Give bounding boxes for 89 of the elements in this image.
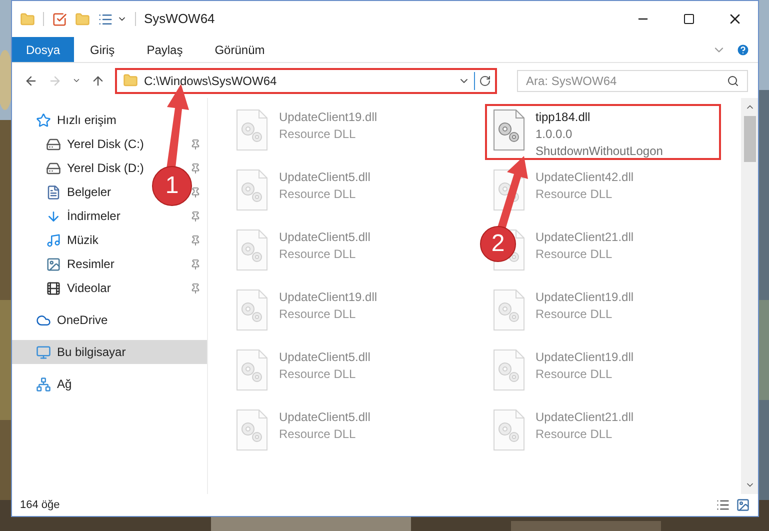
help-icon[interactable] — [736, 42, 750, 56]
pin-icon[interactable] — [190, 186, 201, 198]
recent-caret-icon[interactable] — [72, 76, 81, 85]
file-detail: Resource DLL — [279, 246, 357, 263]
file-gear-icon — [492, 109, 526, 151]
file-detail: Resource DLL — [279, 306, 357, 323]
file-name[interactable]: UpdateClient21.dll — [536, 409, 634, 426]
ribbon-tab[interactable]: Dosya — [12, 37, 74, 62]
search-input[interactable]: Ara: SysWOW64 — [526, 72, 727, 90]
search-field[interactable]: Ara: SysWOW64 — [517, 70, 748, 92]
pin-icon[interactable] — [190, 162, 201, 174]
file-name[interactable]: UpdateClient5.dll — [279, 229, 370, 246]
properties-icon[interactable] — [98, 12, 113, 26]
sidebar-item[interactable]: Müzik — [46, 231, 98, 249]
file-detail: 1.0.0.0 — [536, 126, 574, 143]
sidebar-item[interactable]: Bu bilgisayar — [12, 340, 207, 364]
file-name[interactable]: UpdateClient42.dll — [536, 169, 634, 186]
file-gear-icon — [235, 409, 269, 451]
file-gear-icon — [235, 349, 269, 391]
file-detail: Resource DLL — [536, 246, 614, 263]
address-bar[interactable]: C:\Windows\SysWOW64 — [115, 68, 497, 94]
back-icon[interactable] — [24, 74, 38, 88]
file-gear-icon — [492, 349, 526, 391]
file-name[interactable]: UpdateClient5.dll — [279, 349, 370, 366]
pin-icon[interactable] — [190, 258, 201, 270]
large-icons-view-icon[interactable] — [736, 498, 750, 512]
pin-icon[interactable] — [190, 210, 201, 222]
up-icon[interactable] — [91, 74, 105, 88]
sidebar-item[interactable]: Belgeler — [46, 183, 112, 201]
down-arrow-icon — [46, 208, 61, 224]
file-name[interactable]: UpdateClient5.dll — [279, 169, 370, 186]
file-gear-icon — [235, 169, 269, 211]
file-detail: Resource DLL — [536, 306, 614, 323]
sidebar-item[interactable]: Yerel Disk (C:) — [46, 135, 144, 153]
file-detail: Resource DLL — [279, 426, 357, 443]
monitor-icon — [36, 344, 51, 360]
folder-icon — [123, 73, 138, 88]
file-name: tipp184.dll — [536, 109, 592, 126]
cloud-icon — [36, 312, 51, 328]
pin-icon[interactable] — [190, 282, 201, 294]
scroll-thumb[interactable] — [744, 116, 756, 162]
item-count: 164 öğe — [20, 498, 60, 513]
network-icon — [36, 376, 51, 392]
file-detail: Resource DLL — [536, 186, 614, 203]
scrollbar[interactable] — [741, 98, 758, 494]
sidebar-item[interactable]: Videolar — [46, 279, 111, 297]
sidebar-item[interactable]: Yerel Disk (D:) — [46, 159, 144, 177]
sidebar-item[interactable]: Resimler — [46, 255, 114, 273]
ribbon-tab[interactable]: Paylaş — [130, 37, 199, 62]
pin-icon[interactable] — [190, 234, 201, 246]
ribbon-tab[interactable]: Görünüm — [198, 37, 281, 62]
image-icon — [46, 256, 61, 272]
file-gear-icon — [235, 109, 269, 151]
file-name[interactable]: UpdateClient5.dll — [279, 409, 370, 426]
sidebar-item[interactable]: İndirmeler — [46, 207, 120, 225]
file-gear-icon — [492, 409, 526, 451]
file-gear-icon — [235, 229, 269, 271]
file-item[interactable]: tipp184.dll 1.0.0.0 ShutdownWithoutLogon — [484, 104, 720, 160]
refresh-icon[interactable] — [479, 74, 491, 86]
file-detail: ShutdownWithoutLogon — [536, 143, 663, 160]
file-detail: Resource DLL — [536, 426, 614, 443]
star-icon — [36, 112, 51, 128]
document-icon — [46, 184, 61, 200]
drive-icon — [46, 136, 61, 152]
address-path: C:\Windows\SysWOW64 — [144, 72, 278, 90]
folder-icon — [20, 12, 35, 26]
search-icon[interactable] — [727, 74, 739, 86]
ribbon-tab[interactable]: Giriş — [74, 37, 131, 62]
music-note-icon — [46, 232, 61, 248]
checklist-icon[interactable] — [52, 12, 67, 26]
file-detail: Resource DLL — [279, 186, 357, 203]
file-name[interactable]: UpdateClient19.dll — [279, 289, 378, 306]
file-name[interactable]: UpdateClient21.dll — [536, 229, 634, 246]
file-detail: Resource DLL — [279, 126, 357, 143]
file-detail: Resource DLL — [279, 366, 357, 383]
file-gear-icon — [492, 289, 526, 331]
details-view-icon[interactable] — [716, 498, 730, 512]
file-name[interactable]: UpdateClient19.dll — [279, 109, 378, 126]
sidebar-item[interactable]: OneDrive — [12, 308, 207, 332]
file-name[interactable]: UpdateClient19.dll — [536, 289, 634, 306]
sidebar-item[interactable]: Hızlı erişim — [12, 108, 207, 132]
file-detail: Resource DLL — [536, 366, 614, 383]
window-title: SysWOW64 — [144, 10, 215, 28]
file-gear-icon — [235, 289, 269, 331]
file-name[interactable]: UpdateClient19.dll — [536, 349, 634, 366]
film-icon — [46, 280, 61, 296]
drive-icon — [46, 160, 61, 176]
pin-icon[interactable] — [190, 138, 201, 150]
sidebar-item[interactable]: Ağ — [12, 372, 207, 396]
